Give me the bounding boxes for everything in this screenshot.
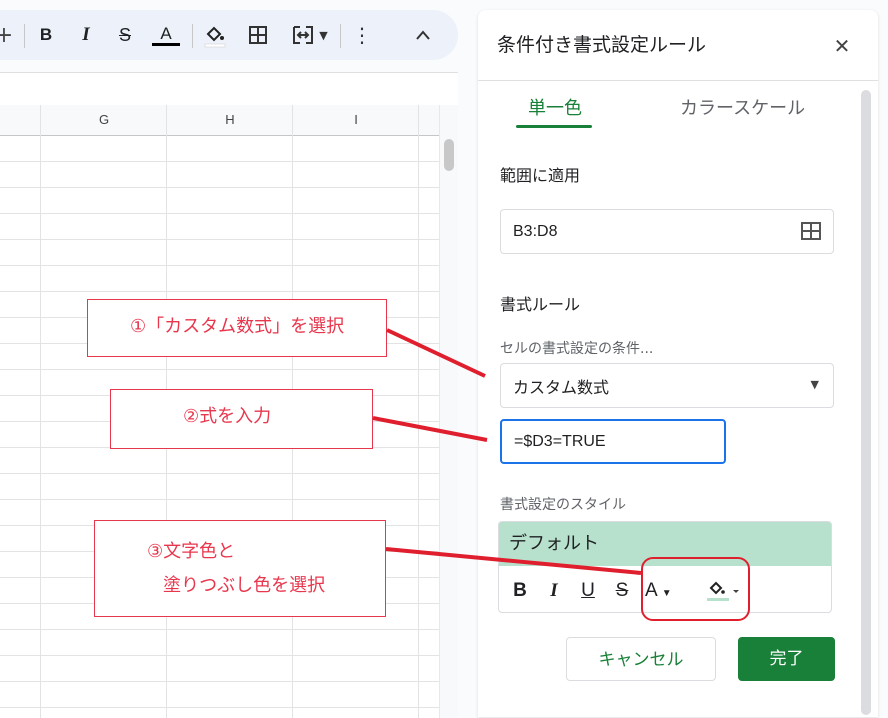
condition-label: セルの書式設定の条件... bbox=[500, 341, 654, 357]
grid-row-line bbox=[0, 707, 440, 708]
toolbar: + B I S A ▼ ⋮ bbox=[0, 10, 458, 60]
grid-row-line bbox=[0, 473, 440, 474]
callout-step-3-line2: 塗りつぶし色を選択 bbox=[163, 575, 326, 596]
cancel-button[interactable]: キャンセル bbox=[566, 637, 716, 681]
done-button[interactable]: 完了 bbox=[738, 637, 835, 681]
chevron-down-icon: ▼ bbox=[810, 378, 819, 391]
grid-row-line bbox=[0, 239, 440, 240]
range-label: 範囲に適用 bbox=[500, 166, 581, 185]
grid-line bbox=[40, 105, 41, 718]
style-label: 書式設定のスタイル bbox=[500, 497, 626, 513]
panel-title: 条件付き書式設定ルール bbox=[497, 34, 707, 56]
text-color-icon[interactable]: A bbox=[150, 10, 182, 60]
strikethrough-icon[interactable]: S bbox=[112, 10, 138, 60]
divider bbox=[478, 80, 878, 81]
collapse-icon[interactable] bbox=[410, 10, 436, 60]
bold-icon[interactable]: B bbox=[34, 10, 58, 60]
grid-row-line bbox=[0, 629, 440, 630]
grid-row-line bbox=[0, 369, 440, 370]
bold-button[interactable]: B bbox=[507, 578, 533, 604]
condition-value: カスタム数式 bbox=[513, 377, 610, 397]
toolbar-divider bbox=[192, 24, 193, 48]
grid-row-line bbox=[0, 291, 440, 292]
tab-single-color[interactable]: 単一色 bbox=[528, 94, 582, 120]
callout-step-2: ②式を入力 bbox=[110, 389, 373, 449]
highlight-oval bbox=[641, 557, 750, 621]
grid-row-line bbox=[0, 161, 440, 162]
grid-row-line bbox=[0, 265, 440, 266]
scrollbar-thumb[interactable] bbox=[444, 139, 454, 171]
rules-label: 書式ルール bbox=[500, 295, 581, 314]
more-icon[interactable]: ⋮ bbox=[350, 10, 374, 60]
grid-row-line bbox=[0, 655, 440, 656]
formula-value: =$D3=TRUE bbox=[514, 432, 606, 450]
formula-input[interactable]: =$D3=TRUE bbox=[500, 419, 726, 464]
column-header-h[interactable]: H bbox=[166, 105, 293, 135]
column-header-row: G H I bbox=[0, 105, 440, 136]
callout-step-1: ①「カスタム数式」を選択 bbox=[87, 299, 387, 357]
strikethrough-button[interactable]: S bbox=[609, 578, 635, 604]
fill-color-icon[interactable] bbox=[200, 10, 230, 60]
grid-line bbox=[418, 105, 419, 718]
chevron-down-icon: ▼ bbox=[319, 28, 328, 42]
toolbar-divider bbox=[340, 24, 341, 48]
panel-scrollbar[interactable] bbox=[861, 90, 871, 715]
grid-select-icon[interactable] bbox=[801, 221, 821, 246]
vertical-scrollbar[interactable] bbox=[439, 105, 458, 718]
text-color-letter: A bbox=[160, 23, 172, 43]
column-header-i[interactable]: I bbox=[292, 105, 419, 135]
range-value: B3:D8 bbox=[513, 222, 558, 240]
grid-row-line bbox=[0, 187, 440, 188]
merge-cells-icon[interactable]: ▼ bbox=[284, 10, 334, 60]
range-input[interactable]: B3:D8 bbox=[500, 209, 834, 254]
condition-select[interactable]: カスタム数式 ▼ bbox=[500, 363, 834, 408]
column-header-g[interactable]: G bbox=[40, 105, 167, 135]
grid-row-line bbox=[0, 681, 440, 682]
grid-row-line bbox=[0, 213, 440, 214]
close-icon[interactable]: ✕ bbox=[830, 34, 854, 58]
callout-step-3: ③文字色と 塗りつぶし色を選択 bbox=[94, 520, 386, 617]
active-tab-indicator bbox=[516, 125, 592, 128]
borders-icon[interactable] bbox=[244, 10, 272, 60]
italic-button[interactable]: I bbox=[541, 578, 567, 604]
grid-row-line bbox=[0, 499, 440, 500]
text-color-bar bbox=[152, 42, 180, 46]
toolbar-divider bbox=[24, 24, 25, 48]
italic-icon[interactable]: I bbox=[74, 10, 98, 60]
tab-color-scale[interactable]: カラースケール bbox=[680, 94, 805, 120]
underline-button[interactable]: U bbox=[575, 578, 601, 604]
callout-step-3-line1: ③文字色と bbox=[147, 541, 236, 562]
plus-icon[interactable]: + bbox=[0, 10, 14, 60]
